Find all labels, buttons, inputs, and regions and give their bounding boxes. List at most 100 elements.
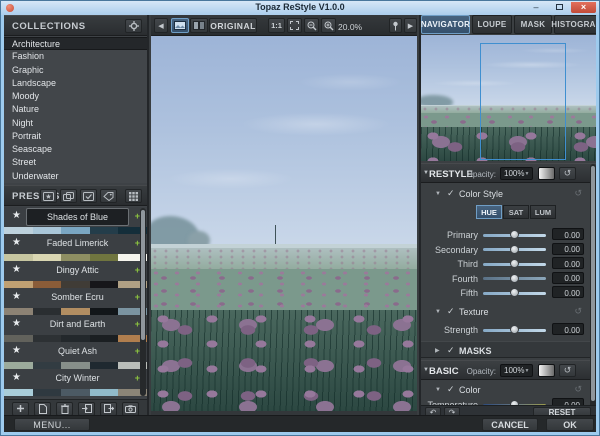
- restyle-blend-mode-button[interactable]: [538, 167, 555, 180]
- fifth-slider[interactable]: [483, 292, 546, 295]
- tab-sat[interactable]: SAT: [503, 205, 529, 219]
- collection-item-landscape[interactable]: Landscape: [4, 77, 147, 90]
- preset-item[interactable]: ★ Quiet Ash +: [4, 342, 147, 369]
- slider-knob[interactable]: [510, 230, 519, 239]
- collapse-caret-icon[interactable]: ▼: [435, 191, 441, 197]
- slider-knob[interactable]: [510, 274, 519, 283]
- primary-value[interactable]: 0.00: [552, 228, 584, 240]
- fourth-slider[interactable]: [483, 277, 546, 280]
- preset-item[interactable]: ★ Goldenrod Weaving +: [4, 396, 147, 397]
- collection-item-underwater[interactable]: Underwater: [4, 170, 147, 183]
- pin-panel-button[interactable]: [389, 18, 402, 33]
- preset-item[interactable]: ★ Dingy Attic +: [4, 261, 147, 288]
- basic-section-header[interactable]: ▼ BASIC Opacity: 100%▼ ↺: [421, 360, 596, 380]
- collections-settings-button[interactable]: [125, 19, 142, 33]
- title-bar[interactable]: Topaz ReStyle V1.0.0 – ×: [1, 1, 599, 15]
- preset-stack-button[interactable]: [60, 189, 77, 203]
- third-slider[interactable]: [483, 263, 546, 266]
- collection-item-moody[interactable]: Moody: [4, 90, 147, 103]
- favorite-star-icon[interactable]: ★: [12, 291, 21, 302]
- navigator-thumbnail[interactable]: [421, 35, 596, 161]
- masks-row[interactable]: ▶ ✓ MASKS: [421, 341, 596, 358]
- preview-image[interactable]: [151, 36, 417, 411]
- zoom-100-button[interactable]: 1:1: [268, 18, 285, 33]
- tab-hue[interactable]: HUE: [476, 205, 502, 219]
- slider-knob[interactable]: [510, 245, 519, 254]
- primary-slider[interactable]: [483, 234, 546, 237]
- preset-item[interactable]: ★ Dirt and Earth +: [4, 315, 147, 342]
- favorite-star-icon[interactable]: ★: [12, 210, 21, 221]
- preset-item[interactable]: ★ Somber Ecru +: [4, 288, 147, 315]
- favorite-star-icon[interactable]: ★: [12, 237, 21, 248]
- strength-slider[interactable]: [483, 329, 546, 332]
- zoom-in-button[interactable]: [321, 18, 336, 33]
- collapse-caret-icon[interactable]: ▼: [435, 309, 441, 315]
- secondary-value[interactable]: 0.00: [552, 243, 584, 255]
- tab-mask[interactable]: MASK: [514, 15, 552, 34]
- fourth-value[interactable]: 0.00: [552, 272, 584, 284]
- enabled-check-icon[interactable]: ✓: [447, 384, 455, 395]
- slider-knob[interactable]: [510, 288, 519, 297]
- collection-item-night[interactable]: Night: [4, 117, 147, 130]
- enabled-check-icon[interactable]: ✓: [447, 188, 455, 199]
- fifth-value[interactable]: 0.00: [552, 286, 584, 298]
- collection-item-nature[interactable]: Nature: [4, 103, 147, 116]
- collection-item-architecture[interactable]: Architecture: [4, 37, 147, 50]
- favorite-star-icon[interactable]: ★: [12, 264, 21, 275]
- close-button[interactable]: ×: [571, 2, 596, 13]
- collapsed-caret-icon[interactable]: ▶: [435, 347, 440, 354]
- tab-histogram[interactable]: HISTOGRAM: [554, 15, 596, 34]
- collection-item-seascape[interactable]: Seascape: [4, 143, 147, 156]
- collection-item-graphic[interactable]: Graphic: [4, 64, 147, 77]
- preset-tag-button[interactable]: [100, 189, 117, 203]
- basic-opacity-dropdown[interactable]: 100%▼: [500, 364, 533, 377]
- secondary-slider[interactable]: [483, 248, 546, 251]
- preset-photo-star-button[interactable]: [40, 189, 57, 203]
- snapshot-button[interactable]: [122, 402, 139, 416]
- preset-grid-view-button[interactable]: [125, 189, 142, 203]
- navigator-viewport-rect[interactable]: [480, 43, 566, 160]
- enabled-check-icon[interactable]: ✓: [447, 306, 455, 317]
- cancel-button[interactable]: CANCEL: [482, 418, 538, 431]
- preset-check-button[interactable]: [80, 189, 97, 203]
- original-toggle-button[interactable]: ORIGINAL: [209, 18, 257, 33]
- collection-item-street[interactable]: Street: [4, 156, 147, 169]
- presets-scrollbar[interactable]: [140, 208, 146, 396]
- maximize-button[interactable]: [548, 2, 570, 13]
- add-preset-button[interactable]: [12, 402, 29, 416]
- strength-value[interactable]: 0.00: [552, 323, 584, 335]
- menu-button[interactable]: MENU...: [14, 418, 90, 431]
- favorite-star-icon[interactable]: ★: [12, 372, 21, 383]
- enabled-check-icon[interactable]: ✓: [447, 345, 455, 356]
- slider-knob[interactable]: [510, 325, 519, 334]
- fit-screen-button[interactable]: [287, 18, 302, 33]
- parameters-scrollbar[interactable]: [590, 164, 596, 417]
- minimize-button[interactable]: –: [525, 2, 547, 13]
- preset-item[interactable]: ★ City Winter +: [4, 369, 147, 396]
- texture-reset-icon[interactable]: ↺: [574, 306, 582, 317]
- delete-preset-button[interactable]: [56, 402, 73, 416]
- import-preset-button[interactable]: [78, 402, 95, 416]
- restyle-opacity-dropdown[interactable]: 100%▼: [500, 167, 533, 180]
- save-preset-button[interactable]: [34, 402, 51, 416]
- collapse-right-button[interactable]: ▶: [404, 18, 417, 33]
- collection-item-fashion[interactable]: Fashion: [4, 50, 147, 63]
- tab-loupe[interactable]: LOUPE: [472, 15, 512, 34]
- tab-lum[interactable]: LUM: [530, 205, 556, 219]
- color-style-reset-icon[interactable]: ↺: [574, 188, 582, 199]
- ok-button[interactable]: OK: [546, 418, 594, 431]
- restyle-reset-button[interactable]: ↺: [559, 167, 576, 180]
- slider-knob[interactable]: [510, 259, 519, 268]
- split-view-button[interactable]: [190, 18, 208, 33]
- favorite-star-icon[interactable]: ★: [12, 318, 21, 329]
- favorite-star-icon[interactable]: ★: [12, 345, 21, 356]
- third-value[interactable]: 0.00: [552, 257, 584, 269]
- color-reset-icon[interactable]: ↺: [574, 384, 582, 395]
- tab-navigator[interactable]: NAVIGATOR: [421, 15, 470, 34]
- preset-item[interactable]: ★ Faded Limerick +: [4, 234, 147, 261]
- basic-blend-mode-button[interactable]: [538, 364, 555, 377]
- zoom-out-button[interactable]: [304, 18, 319, 33]
- export-preset-button[interactable]: [100, 402, 117, 416]
- collection-item-portrait[interactable]: Portrait: [4, 130, 147, 143]
- single-view-button[interactable]: [171, 18, 189, 33]
